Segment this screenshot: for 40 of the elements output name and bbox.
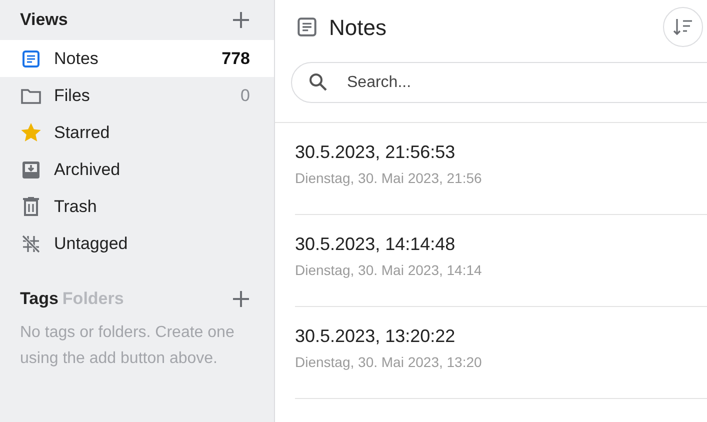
- nav-item[interactable]: Archived: [0, 151, 274, 188]
- nav-label: Untagged: [54, 232, 129, 255]
- nav-item[interactable]: Starred: [0, 114, 274, 151]
- note-title: 30.5.2023, 14:14:48: [295, 233, 456, 256]
- nav-item[interactable]: Untagged: [0, 225, 274, 262]
- nav-item[interactable]: Files 0: [0, 77, 274, 114]
- note-date: Dienstag, 30. Mai 2023, 21:56: [295, 169, 483, 188]
- note-item[interactable]: 30.5.2023, 13:20:22 Dienstag, 30. Mai 2023, 13:20: [295, 307, 707, 399]
- search-icon: [309, 73, 327, 91]
- page-title: Notes: [329, 14, 388, 42]
- folder-icon: [21, 88, 41, 104]
- section-tab[interactable]: Tags: [20, 286, 58, 312]
- note-title: 30.5.2023, 13:20:22: [295, 325, 456, 348]
- trash-icon: [23, 197, 39, 216]
- nav-label: Files: [54, 84, 91, 107]
- nav-item[interactable]: Trash: [0, 188, 274, 225]
- document-icon: [297, 17, 317, 37]
- star-icon: [21, 123, 41, 142]
- add-icon[interactable]: [232, 290, 250, 308]
- nav-item[interactable]: Notes 778: [0, 40, 274, 77]
- empty-message: No tags or folders. Create one using the add button above.: [19, 323, 236, 369]
- search-field[interactable]: Search...: [291, 62, 707, 103]
- count: 0: [240, 84, 250, 107]
- section-title: Views: [20, 9, 68, 32]
- nav-label: Trash: [54, 196, 98, 218]
- nav-label: Archived: [54, 158, 122, 181]
- nav-label: Starred: [54, 122, 111, 144]
- archive-box-icon: [22, 160, 40, 178]
- note-title: 30.5.2023, 21:56:53: [295, 141, 456, 164]
- note-date: Dienstag, 30. Mai 2023, 13:20: [295, 353, 483, 372]
- sort-icon: [673, 18, 693, 36]
- note-item[interactable]: 30.5.2023, 21:56:53 Dienstag, 30. Mai 2023, 21:56: [295, 123, 707, 215]
- note-date: Dienstag, 30. Mai 2023, 14:14: [295, 261, 483, 280]
- count: 778: [222, 48, 250, 70]
- document-icon: [22, 50, 40, 68]
- add-icon[interactable]: [232, 11, 250, 29]
- nav-label: Notes: [54, 48, 100, 70]
- sort-button[interactable]: [663, 7, 703, 47]
- untagged-icon: [22, 234, 40, 252]
- note-item[interactable]: 30.5.2023, 14:14:48 Dienstag, 30. Mai 2023, 14:14: [295, 215, 707, 307]
